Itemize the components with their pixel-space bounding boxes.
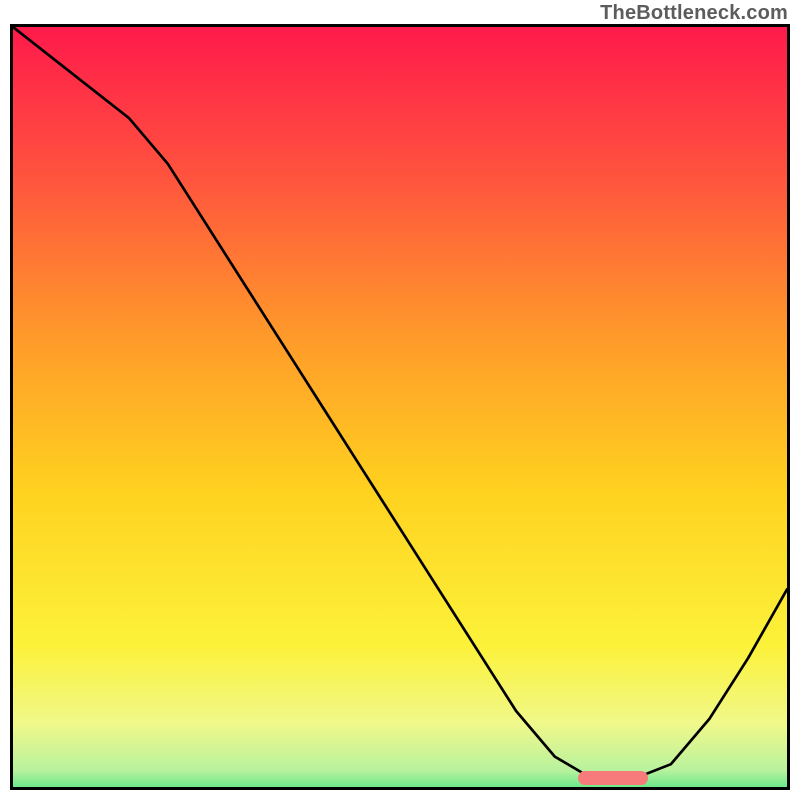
plot-frame	[10, 24, 790, 790]
bottleneck-curve	[13, 27, 787, 787]
chart-container: TheBottleneck.com	[0, 0, 800, 800]
watermark-text: TheBottleneck.com	[600, 2, 788, 25]
optimal-range-marker	[578, 771, 648, 785]
